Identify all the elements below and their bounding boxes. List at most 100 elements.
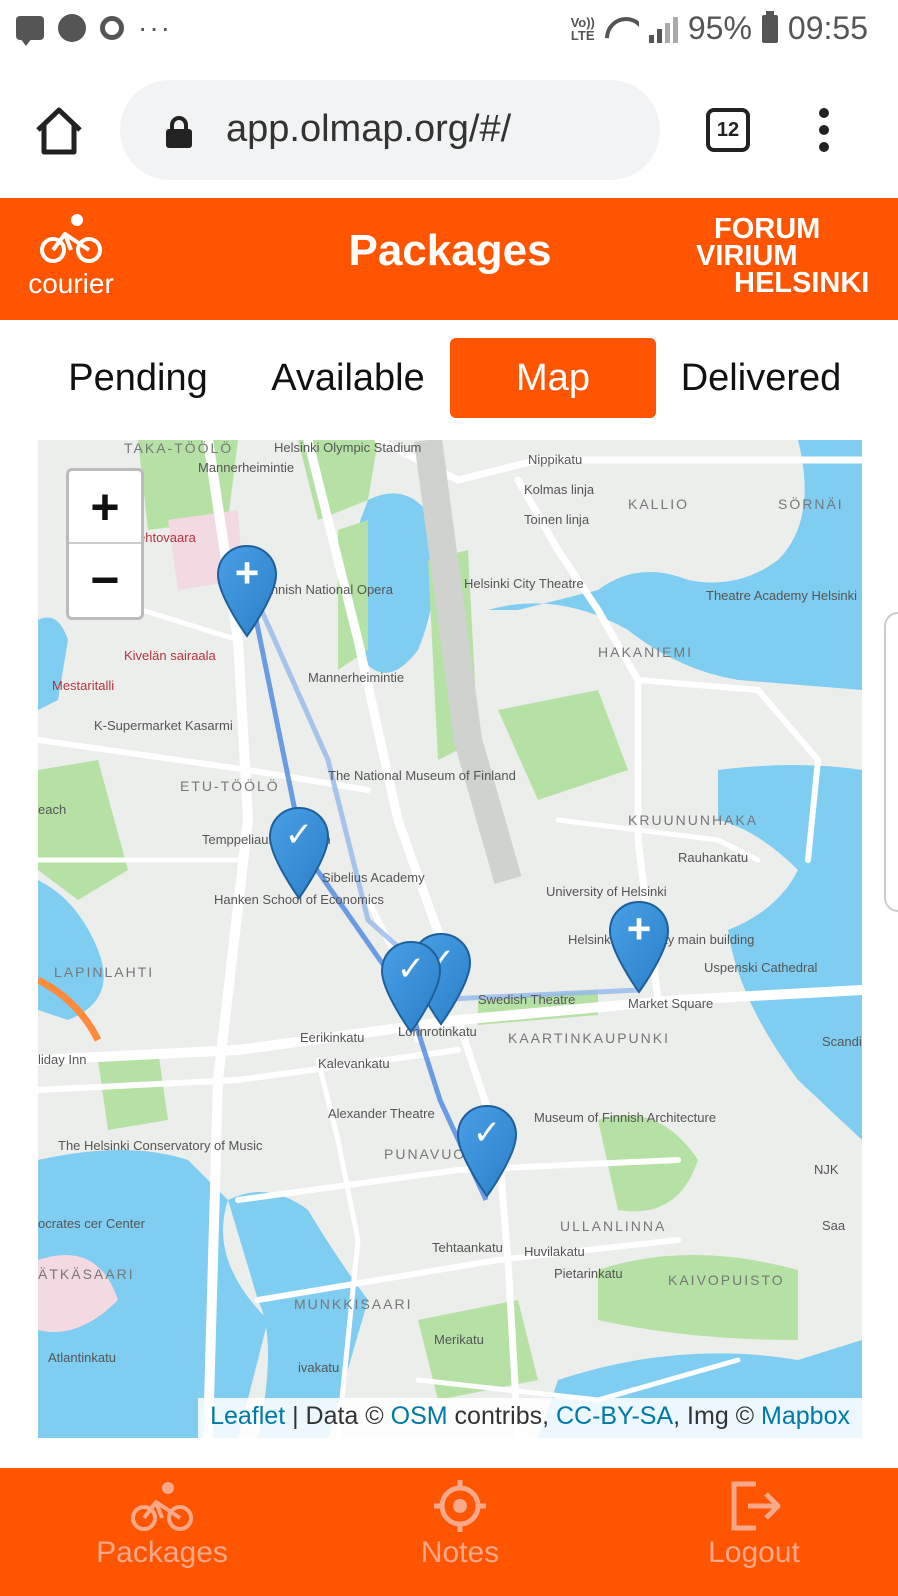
battery-icon	[761, 10, 778, 43]
map-place-label: Saa	[822, 1218, 846, 1233]
plus-icon: +	[626, 905, 652, 952]
courier-label: courier	[28, 268, 114, 299]
map-place-label: liday Inn	[38, 1052, 87, 1067]
map-place-label: Helsinki Olympic Stadium	[274, 440, 422, 455]
map-place-label: Sibelius Academy	[322, 870, 425, 885]
map-attribution: Leaflet | Data © OSM contribs, CC-BY-SA,…	[198, 1398, 862, 1438]
zoom-out-button[interactable]: −	[69, 544, 141, 617]
map-place-label: Huvilakatu	[524, 1244, 585, 1259]
map-place-label: SÖRNÄI	[778, 496, 844, 512]
logout-icon	[731, 1481, 781, 1531]
tab-available[interactable]: Available	[258, 338, 438, 418]
zoom-control: + −	[66, 468, 144, 620]
map-place-label: Rauhankatu	[678, 850, 749, 865]
map-place-label: Pietarinkatu	[554, 1266, 623, 1281]
wifi-icon	[605, 15, 639, 43]
map-place-label: ivakatu	[298, 1360, 340, 1375]
attribution-text: contribs,	[447, 1402, 556, 1430]
map-place-label: Uspenski Cathedral	[704, 960, 818, 975]
map-place-label: Alexander Theatre	[328, 1106, 435, 1121]
lock-icon	[166, 116, 192, 148]
map-place-label: each	[38, 802, 67, 817]
bicycle-icon	[40, 214, 102, 263]
status-right-icons: Vo)) LTE 95% 09:55	[571, 10, 868, 47]
chat-icon	[16, 16, 44, 46]
tab-switcher-button[interactable]: 12	[706, 108, 750, 152]
map-place-label: K-Supermarket Kasarmi	[94, 718, 233, 733]
map-place-label: ehtovaara	[138, 530, 196, 545]
map-place-label: KRUUNUNHAKA	[628, 812, 759, 828]
map-place-label: Toinen linja	[524, 512, 590, 527]
leaflet-link[interactable]: Leaflet	[210, 1402, 285, 1430]
browser-toolbar: app.olmap.org/#/ 12	[0, 64, 898, 198]
status-left-icons: ···	[16, 14, 172, 46]
brand-line: FORUM	[714, 213, 821, 245]
nav-logout[interactable]: Logout	[654, 1478, 854, 1570]
map-place-label: The Helsinki Conservatory of Music	[58, 1138, 263, 1153]
map-place-label: Mannerheimintie	[308, 670, 405, 685]
attribution-text: , Img ©	[673, 1402, 762, 1430]
delivered-marker[interactable]: ✓	[380, 940, 442, 1034]
browser-menu-icon[interactable]	[818, 108, 830, 152]
nav-packages[interactable]: Packages	[62, 1478, 262, 1570]
forum-virium-logo: FORUM VIRIUM HELSINKI	[692, 213, 882, 298]
tab-map[interactable]: Map	[450, 338, 656, 418]
checkmark-icon: ✓	[472, 1114, 502, 1152]
osm-link[interactable]: OSM	[391, 1402, 448, 1430]
map-place-label: KAARTINKAUPUNKI	[508, 1030, 670, 1046]
map-place-label: Tehtaankatu	[432, 1240, 503, 1255]
nav-notes[interactable]: Notes	[360, 1478, 560, 1570]
map-place-label: Eerikinkatu	[300, 1030, 365, 1045]
delivered-marker[interactable]: ✓	[456, 1104, 518, 1198]
map-place-label: KALLIO	[628, 496, 690, 512]
map-place-label: Mannerheimintie	[198, 460, 295, 475]
map-place-label: Helsinki City Theatre	[464, 576, 584, 591]
map-place-label: Kalevankatu	[318, 1056, 390, 1071]
url-text: app.olmap.org/#/	[226, 108, 512, 150]
attribution-text: | Data ©	[285, 1402, 391, 1430]
plus-icon: +	[234, 549, 260, 596]
map-place-label: MUNKKISAARI	[294, 1296, 413, 1312]
pickup-marker[interactable]: +	[216, 544, 278, 638]
license-link[interactable]: CC-BY-SA	[556, 1402, 673, 1430]
zoom-in-button[interactable]: +	[69, 471, 141, 544]
home-icon[interactable]	[32, 104, 86, 158]
pickup-marker[interactable]: +	[608, 900, 670, 994]
map-place-label: Kolmas linja	[524, 482, 595, 497]
mapbox-link[interactable]: Mapbox	[761, 1402, 850, 1430]
delivered-marker[interactable]: ✓	[268, 806, 330, 900]
bicycle-icon	[131, 1482, 193, 1531]
page-title: Packages	[348, 226, 552, 275]
map-place-label: ETU-TÖÖLÖ	[180, 778, 280, 794]
map-place-label: ocrates cer Center	[38, 1216, 145, 1231]
park	[98, 1050, 168, 1130]
package-tabs: Pending Available Map Delivered	[0, 336, 898, 420]
map-place-label: Museum of Finnish Architecture	[534, 1110, 717, 1125]
courier-logo: courier	[18, 212, 124, 308]
cell-signal-icon	[648, 15, 678, 43]
signal-app-icon	[58, 14, 86, 42]
nav-notes-label: Notes	[420, 1536, 500, 1569]
map-place-label: ULLANLINNA	[560, 1218, 667, 1234]
map-place-label: Atlantinkatu	[48, 1350, 116, 1365]
map-place-label: Mestaritalli	[52, 678, 115, 693]
map-place-label: ÄTKÄSAARI	[38, 1266, 135, 1282]
map-place-label: TAKA-TÖÖLÖ	[124, 440, 234, 456]
volte-bottom-text: LTE	[570, 27, 595, 43]
map-place-label: Swedish Theatre	[478, 992, 576, 1007]
checkmark-icon: ✓	[396, 950, 426, 988]
map-place-label: HAKANIEMI	[598, 644, 694, 660]
map-place-label: Theatre Academy Helsinki	[706, 588, 858, 603]
map-place-label: LAPINLAHTI	[54, 964, 155, 980]
map-place-label: Finnish National Opera	[260, 582, 393, 597]
target-icon	[434, 1480, 486, 1532]
map-place-label: NJK	[814, 1162, 839, 1177]
scroll-edge-indicator	[884, 612, 898, 912]
circle-icon	[100, 16, 124, 40]
map[interactable]: TAKA-TÖÖLÖ Helsinki Olympic Stadium Manner…	[38, 440, 862, 1438]
tab-delivered[interactable]: Delivered	[668, 338, 854, 418]
status-bar: ··· Vo)) LTE 95% 09:55	[0, 0, 898, 64]
address-bar[interactable]: app.olmap.org/#/	[120, 80, 660, 180]
tab-pending[interactable]: Pending	[52, 338, 224, 418]
map-place-label: Kivelän sairaala	[124, 648, 216, 663]
